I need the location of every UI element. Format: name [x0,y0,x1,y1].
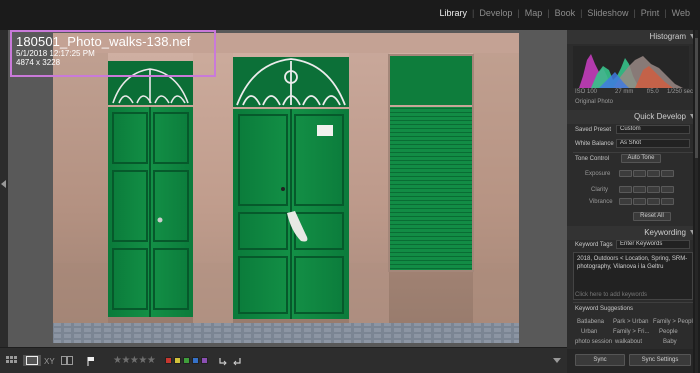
photo-image [53,33,519,343]
quick-develop-header[interactable]: Quick Develop [567,110,700,124]
filename-label: 180501_Photo_walks-138.nef [16,34,191,49]
suggestion-item[interactable]: Family > People [653,319,696,325]
clarity-decrease-more[interactable] [619,186,632,193]
suggestion-item[interactable]: Urban [581,329,597,335]
module-slideshow[interactable]: Slideshow [582,8,633,18]
divider [573,152,694,153]
keyword-tags-select[interactable]: Enter Keywords [616,240,690,249]
keywording-title: Keywording [644,228,686,237]
module-develop[interactable]: Develop [474,8,517,18]
exposure-decrease[interactable] [633,170,646,177]
toolbar-menu-icon[interactable] [553,357,561,364]
color-label-red[interactable] [165,357,173,364]
right-panel-scrollbar[interactable] [693,30,700,373]
vibrance-decrease-more[interactable] [619,198,632,205]
scrollbar-track [695,30,698,373]
module-bar: Library | Develop | Map | Book | Slideshow | … [0,0,700,30]
keywording-header[interactable]: Keywording [567,226,700,240]
module-library[interactable]: Library [434,8,472,18]
vibrance-increase-more[interactable] [661,198,674,205]
white-balance-label: White Balance [575,141,614,147]
suggestion-item[interactable]: walkabout [615,339,642,345]
rotate-left-icon[interactable] [218,356,228,366]
flag-icon[interactable] [87,356,95,366]
clarity-decrease[interactable] [633,186,646,193]
exposure-decrease-more[interactable] [619,170,632,177]
color-label-blue[interactable] [192,357,200,364]
grid-view-icon[interactable] [6,355,20,366]
image-dimensions: 4874 x 3228 [16,58,61,67]
aperture-readout: f/5.0 [647,89,659,95]
module-map[interactable]: Map [520,8,548,18]
clarity-label: Clarity [591,187,609,193]
saved-preset-select[interactable]: Custom [616,125,690,134]
sync-settings-button[interactable]: Sync Settings [629,354,691,366]
add-keywords-placeholder[interactable]: Click here to add keywords [575,292,647,298]
color-label-yellow[interactable] [174,357,182,364]
divider [573,302,694,303]
survey-view-icon[interactable] [61,356,73,365]
module-book[interactable]: Book [550,8,581,18]
right-panel: Histogram ISO 100 27 mm f/5.0 1/250 sec … [567,30,700,373]
color-labels [163,357,209,364]
bottom-toolbar: XY ★★★★★ [0,347,567,373]
photo-preview[interactable] [53,33,519,343]
exposure-increase-more[interactable] [661,170,674,177]
focal-length-readout: 27 mm [615,89,634,95]
vibrance-increase[interactable] [647,198,660,205]
original-photo-label: Original Photo [575,99,614,105]
capture-datetime: 5/1/2018 12:17:25 PM [16,49,95,58]
saved-preset-label: Saved Preset [575,127,612,133]
info-overlay: 180501_Photo_walks-138.nef 5/1/2018 12:1… [10,30,216,77]
color-label-green[interactable] [183,357,191,364]
exposure-label: Exposure [585,171,611,177]
reset-all-button[interactable]: Reset All [633,212,671,221]
suggestion-item[interactable]: Baby [663,339,677,345]
module-picker: Library | Develop | Map | Book | Slideshow | … [434,8,695,18]
auto-tone-button[interactable]: Auto Tone [621,154,661,163]
histogram-graph [573,46,689,88]
compare-view-icon[interactable]: XY [44,356,58,365]
keyword-tags-label: Keyword Tags [575,242,613,248]
color-label-purple[interactable] [201,357,209,364]
white-balance-select[interactable]: As Shot [616,139,690,148]
suggestion-item[interactable]: Park > Urban [613,319,649,325]
module-web[interactable]: Web [667,8,695,18]
histogram-title: Histogram [649,32,686,41]
iso-readout: ISO 100 [575,89,598,95]
svg-text:XY: XY [44,357,55,365]
vibrance-decrease[interactable] [633,198,646,205]
suggestion-item[interactable]: Batlabena [577,319,604,325]
histogram-header[interactable]: Histogram [567,30,700,44]
shutter-readout: 1/250 sec [667,89,694,95]
quick-develop-title: Quick Develop [633,112,686,121]
rotate-right-icon[interactable] [232,356,242,366]
vibrance-label: Vibrance [589,199,613,205]
left-panel-toggle[interactable] [0,30,8,347]
expand-left-icon [1,180,6,188]
module-print[interactable]: Print [636,8,665,18]
suggestion-item[interactable]: photo session [575,339,612,345]
loupe-view-icon[interactable] [23,355,41,366]
star-rating[interactable]: ★★★★★ [113,355,156,366]
exposure-increase[interactable] [647,170,660,177]
tone-control-label: Tone Control [575,156,610,162]
clarity-increase-more[interactable] [661,186,674,193]
clarity-increase[interactable] [647,186,660,193]
suggestion-item[interactable]: Family > Fri... [613,329,650,335]
keyword-suggestions-label: Keyword Suggestions [575,306,634,312]
sync-button[interactable]: Sync [575,354,625,366]
suggestion-item[interactable]: People [659,329,678,335]
